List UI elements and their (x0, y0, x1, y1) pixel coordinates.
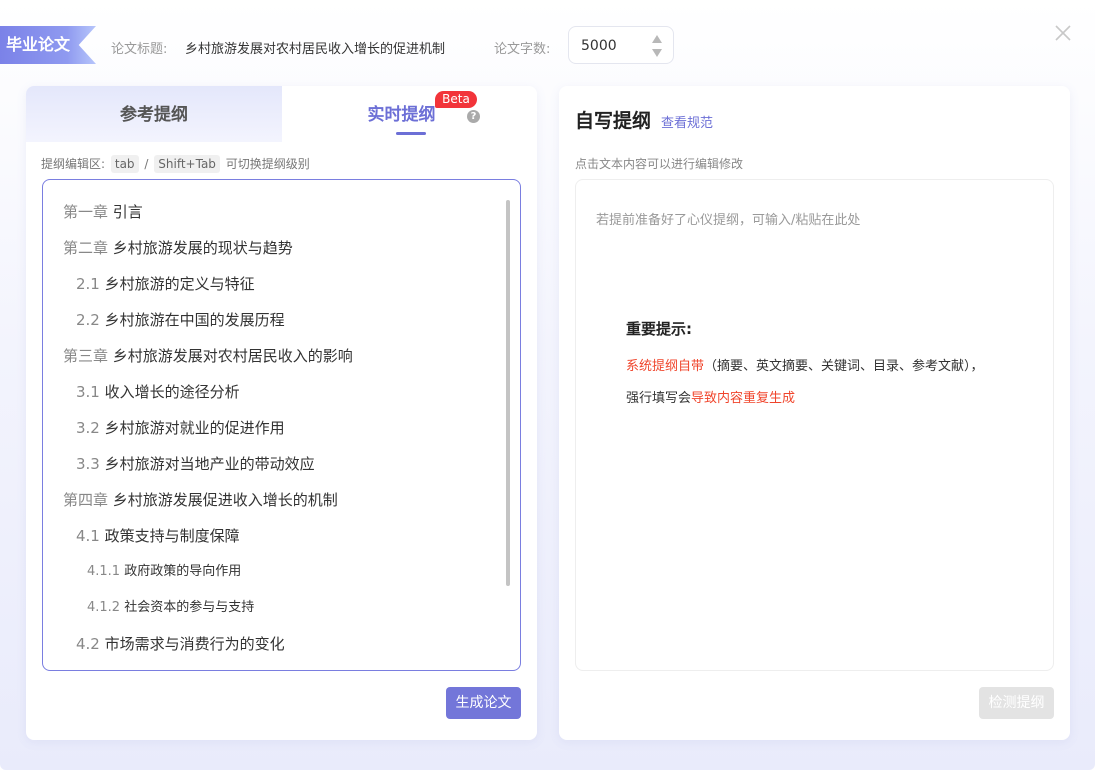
tab-realtime-label: 实时提纲 (367, 105, 436, 125)
beta-badge: Beta (435, 91, 477, 108)
outline-item-number: 4.1.2 (87, 600, 121, 615)
check-outline-button[interactable]: 检测提纲 (979, 687, 1054, 719)
outline-item[interactable]: 2.1 乡村旅游的定义与特征 (43, 266, 503, 302)
hint-separator: / (144, 157, 149, 171)
outline-item[interactable]: 4.1.1 政府政策的导向作用 (43, 554, 503, 590)
hint-suffix: 可切换提纲级别 (225, 157, 310, 171)
active-tab-indicator (396, 132, 426, 135)
outline-item[interactable]: 第三章 乡村旅游发展对农村居民收入的影响 (43, 338, 503, 374)
view-rules-link[interactable]: 查看规范 (661, 112, 713, 131)
outline-item-text: 乡村旅游发展促进收入增长的机制 (112, 491, 338, 509)
notice-prefix-2: 强行填写会 (626, 391, 692, 406)
tab-reference-outline[interactable]: 参考提纲 (26, 86, 282, 142)
custom-outline-title: 自写提纲 (575, 110, 652, 132)
decrement-icon[interactable] (652, 49, 662, 57)
notice-line-1: 系统提纲自带（摘要、英文摘要、关键词、目录、参考文献）， (626, 355, 984, 374)
outline-item-number: 第四章 (63, 491, 109, 509)
notice-red-2: 导致内容重复生成 (691, 391, 796, 406)
outline-item-number: 2.1 (76, 275, 100, 293)
edit-hint: 点击文本内容可以进行编辑修改 (575, 157, 744, 171)
outline-item-text: 乡村旅游发展的现状与趋势 (112, 239, 293, 257)
outline-item-text: 市场需求与消费行为的变化 (104, 635, 285, 653)
outline-item[interactable]: 第四章 乡村旅游发展促进收入增长的机制 (43, 482, 503, 518)
outline-item[interactable]: 第二章 乡村旅游发展的现状与趋势 (43, 230, 503, 266)
notice-title: 重要提示: (626, 320, 692, 338)
outline-item[interactable]: 4.1 政策支持与制度保障 (43, 518, 503, 554)
outline-item-number: 3.1 (76, 383, 100, 401)
outline-item[interactable]: 3.3 乡村旅游对当地产业的带动效应 (43, 446, 503, 482)
word-count-stepper[interactable]: 5000 (568, 26, 674, 64)
outline-item-text: 引言 (112, 203, 143, 221)
close-icon[interactable] (1054, 24, 1072, 42)
custom-outline-placeholder: 若提前准备好了心仪提纲，可输入/粘贴在此处 (596, 213, 861, 228)
outline-item[interactable]: 3.2 乡村旅游对就业的促进作用 (43, 410, 503, 446)
paper-type-tag: 毕业论文 (0, 26, 96, 64)
outline-item-number: 2.2 (76, 311, 100, 329)
outline-item-text: 乡村旅游的定义与特征 (104, 275, 255, 293)
word-count-value[interactable]: 5000 (581, 38, 617, 54)
outline-scrollbar[interactable] (506, 200, 510, 586)
hint-key-tab: tab (110, 155, 139, 173)
notice-rest-1: （摘要、英文摘要、关键词、目录、参考文献）， (704, 359, 984, 374)
generate-paper-button[interactable]: 生成论文 (446, 687, 521, 719)
outline-item-text: 乡村旅游发展对农村居民收入的影响 (112, 347, 353, 365)
outline-item[interactable]: 第一章 引言 (43, 194, 503, 230)
outline-item-text: 社会资本的参与与支持 (124, 600, 255, 615)
outline-editor[interactable]: 第一章 引言 第二章 乡村旅游发展的现状与趋势 2.1 乡村旅游的定义与特征 2.2 … (42, 179, 521, 671)
outline-item-number: 3.3 (76, 455, 100, 473)
outline-list: 第一章 引言 第二章 乡村旅游发展的现状与趋势 2.1 乡村旅游的定义与特征 2.2 … (43, 194, 503, 662)
outline-item-number: 4.1.1 (87, 564, 121, 579)
outline-item-text: 乡村旅游对就业的促进作用 (104, 419, 285, 437)
title-label: 论文标题: (111, 42, 168, 57)
outline-item-number: 第一章 (63, 203, 109, 221)
hint-prefix: 提纲编辑区: (41, 157, 106, 171)
outline-item-text: 政府政策的导向作用 (124, 564, 242, 579)
outline-panel: 参考提纲 实时提纲 ? 提纲编辑区: tab / Shift+Tab 可切换提纲… (26, 86, 537, 740)
outline-item[interactable]: 4.2 市场需求与消费行为的变化 (43, 626, 503, 662)
word-count-label: 论文字数: (494, 42, 551, 57)
outline-item-text: 乡村旅游对当地产业的带动效应 (104, 455, 315, 473)
increment-icon[interactable] (652, 35, 662, 43)
custom-outline-input[interactable]: 若提前准备好了心仪提纲，可输入/粘贴在此处 重要提示: 系统提纲自带（摘要、英文… (575, 179, 1054, 671)
outline-item-number: 第三章 (63, 347, 109, 365)
outline-item-text: 乡村旅游在中国的发展历程 (104, 311, 285, 329)
notice-line-2: 强行填写会导致内容重复生成 (626, 387, 795, 406)
outline-item-text: 收入增长的途径分析 (104, 383, 240, 401)
outline-item[interactable]: 4.1.2 社会资本的参与与支持 (43, 590, 503, 626)
notice-red-1: 系统提纲自带 (626, 359, 705, 374)
title-value[interactable]: 乡村旅游发展对农村居民收入增长的促进机制 (185, 38, 445, 57)
outline-item-number: 3.2 (76, 419, 100, 437)
outline-edit-hint: 提纲编辑区: tab / Shift+Tab 可切换提纲级别 (41, 155, 310, 173)
outline-item-text: 政策支持与制度保障 (104, 527, 240, 545)
outline-item[interactable]: 3.1 收入增长的途径分析 (43, 374, 503, 410)
outline-item-number: 第二章 (63, 239, 109, 257)
outline-item-number: 4.2 (76, 635, 100, 653)
custom-outline-panel: 自写提纲 查看规范 点击文本内容可以进行编辑修改 若提前准备好了心仪提纲，可输入… (559, 86, 1070, 740)
paper-modal: 毕业论文 论文标题: 乡村旅游发展对农村居民收入增长的促进机制 论文字数: 50… (0, 0, 1095, 770)
outline-item-number: 4.1 (76, 527, 100, 545)
hint-key-shift-tab: Shift+Tab (154, 155, 220, 173)
outline-item[interactable]: 2.2 乡村旅游在中国的发展历程 (43, 302, 503, 338)
help-icon[interactable]: ? (467, 110, 480, 123)
